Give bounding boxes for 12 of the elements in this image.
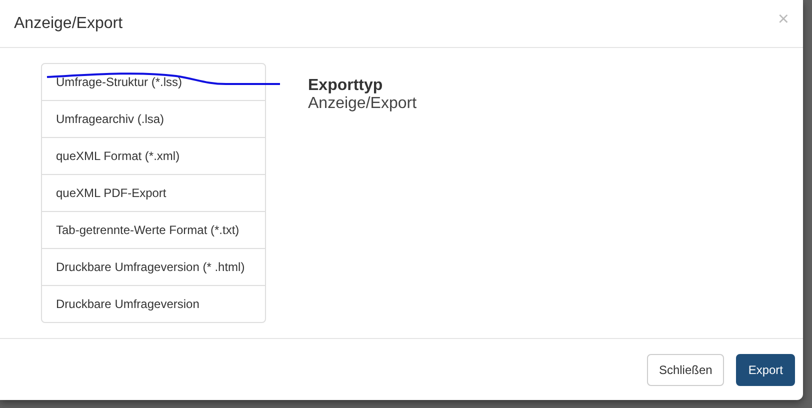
export-type-item[interactable]: queXML Format (*.xml) bbox=[42, 137, 265, 174]
export-type-item[interactable]: Druckbare Umfrageversion (* .html) bbox=[42, 248, 265, 285]
export-button[interactable]: Export bbox=[736, 354, 795, 386]
close-button[interactable]: Schließen bbox=[646, 354, 724, 386]
export-type-item[interactable]: Umfrage-Struktur (*.lss) bbox=[42, 64, 265, 100]
detail-value: Anzeige/Export bbox=[308, 95, 417, 113]
export-type-item[interactable]: Tab-getrennte-Werte Format (*.txt) bbox=[42, 211, 265, 248]
dialog-title: Anzeige/Export bbox=[14, 14, 123, 32]
export-type-item[interactable]: Druckbare Umfrageversion bbox=[42, 285, 265, 322]
export-type-item[interactable]: queXML PDF-Export bbox=[42, 174, 265, 211]
export-type-item[interactable]: Umfragearchiv (.lsa) bbox=[42, 100, 265, 137]
detail-heading: Exporttyp bbox=[308, 77, 384, 95]
